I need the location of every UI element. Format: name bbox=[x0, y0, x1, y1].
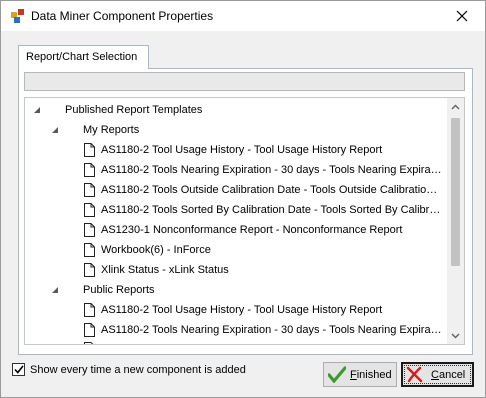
report-label: AS1180-2 Tools Sorted By Calibration Dat… bbox=[101, 204, 443, 216]
tree-node-my-reports[interactable]: My Reports bbox=[25, 120, 445, 140]
document-icon bbox=[84, 243, 95, 257]
window-title: Data Miner Component Properties bbox=[31, 9, 214, 23]
show-every-time-checkbox[interactable] bbox=[12, 363, 25, 376]
report-label: AS1230-1 Nonconformance Report - Nonconf… bbox=[101, 224, 403, 236]
document-icon bbox=[84, 203, 95, 217]
vertical-scrollbar[interactable] bbox=[447, 98, 464, 344]
expanded-triangle-icon[interactable] bbox=[52, 287, 58, 293]
report-label: AS1180-2 Tool Usage History - Tool Usage… bbox=[101, 144, 383, 156]
tab-report-chart-selection[interactable]: Report/Chart Selection bbox=[18, 45, 149, 69]
document-icon bbox=[84, 303, 95, 317]
close-icon bbox=[456, 10, 468, 22]
tree-node-published-templates[interactable]: Published Report Templates bbox=[25, 100, 445, 120]
scroll-down-button[interactable] bbox=[447, 327, 464, 344]
tree-item-report[interactable]: AS1180-2 Tools Nearing Expiration - 30 d… bbox=[25, 160, 445, 180]
expanded-triangle-icon[interactable] bbox=[34, 107, 40, 113]
chevron-up-icon bbox=[451, 104, 460, 109]
scroll-up-button[interactable] bbox=[447, 98, 464, 115]
tree-item-report[interactable]: AS1180-2 Tools Sorted By Calibration Dat… bbox=[25, 200, 445, 220]
document-icon bbox=[84, 183, 95, 197]
tree-node-label: My Reports bbox=[83, 124, 140, 136]
tree-item-report[interactable]: Xlink Status - xLink Status bbox=[25, 260, 445, 280]
checkmark-icon bbox=[13, 365, 24, 374]
checkbox-label[interactable]: Show every time a new component is added bbox=[30, 364, 246, 376]
report-label: AS1180-2 Tool Usage History - Tool Usage… bbox=[101, 304, 383, 316]
selected-report-field bbox=[24, 72, 465, 91]
document-icon bbox=[84, 263, 95, 277]
document-icon bbox=[84, 223, 95, 237]
red-x-icon bbox=[406, 366, 423, 383]
title-bar: Data Miner Component Properties bbox=[1, 1, 485, 31]
tree-node-label: Published Report Templates bbox=[65, 104, 203, 116]
dialog-window: Data Miner Component Properties Report/C… bbox=[0, 0, 486, 398]
report-label: AS1180-2 Tools Nearing Expiration - 30 d… bbox=[101, 324, 443, 336]
tree-item-report[interactable]: AS1180-2 Tool Usage History - Tool Usage… bbox=[25, 140, 445, 160]
close-button[interactable] bbox=[439, 1, 485, 31]
tree-item-report[interactable]: AS1180-2 Tool Usage History - Tool Usage… bbox=[25, 300, 445, 320]
chevron-down-icon bbox=[451, 333, 460, 338]
cancel-button[interactable]: Cancel bbox=[401, 362, 474, 387]
expanded-triangle-icon[interactable] bbox=[52, 127, 58, 133]
document-icon bbox=[84, 323, 95, 337]
tree-item-report[interactable]: AS1230-1 Nonconformance Report - Nonconf… bbox=[25, 220, 445, 240]
report-label: AS1180-2 Tools Outside Calibration Date … bbox=[101, 184, 443, 196]
finished-label: Finished bbox=[350, 369, 392, 381]
document-icon bbox=[84, 143, 95, 157]
tree-item-partial bbox=[25, 340, 445, 344]
report-tree[interactable]: Published Report Templates My Reports AS… bbox=[24, 97, 465, 345]
report-label: AS1180-2 Tools Nearing Expiration - 30 d… bbox=[101, 164, 443, 176]
document-icon bbox=[84, 342, 94, 344]
green-check-icon bbox=[328, 366, 346, 383]
report-label: Workbook(6) - InForce bbox=[101, 244, 211, 256]
cancel-label: Cancel bbox=[431, 369, 466, 381]
tree-item-report[interactable]: Workbook(6) - InForce bbox=[25, 240, 445, 260]
tree-node-label: Public Reports bbox=[83, 284, 155, 296]
document-icon bbox=[84, 163, 95, 177]
data-miner-app-icon bbox=[11, 9, 24, 23]
tree-node-public-reports[interactable]: Public Reports bbox=[25, 280, 445, 300]
tab-label: Report/Chart Selection bbox=[26, 51, 138, 63]
finished-button[interactable]: Finished bbox=[323, 362, 397, 387]
tree-item-report[interactable]: AS1180-2 Tools Outside Calibration Date … bbox=[25, 180, 445, 200]
tree-item-report[interactable]: AS1180-2 Tools Nearing Expiration - 30 d… bbox=[25, 320, 445, 340]
scroll-thumb[interactable] bbox=[451, 118, 460, 266]
report-label: Xlink Status - xLink Status bbox=[101, 264, 229, 276]
